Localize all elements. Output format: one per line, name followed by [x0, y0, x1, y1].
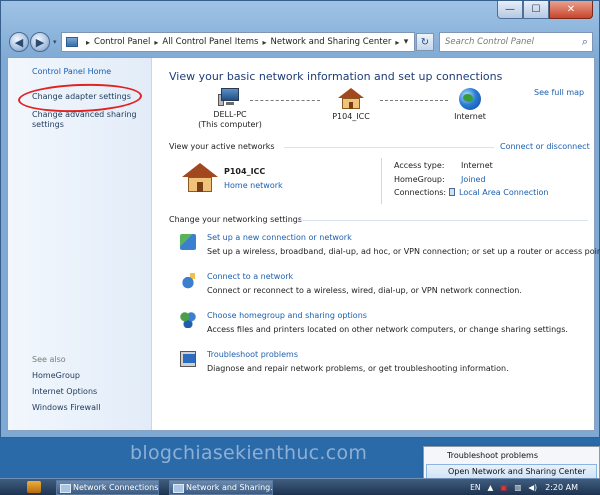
menu-item-troubleshoot[interactable]: Troubleshoot problems: [426, 448, 597, 463]
home-network-link[interactable]: Home network: [224, 181, 283, 190]
local-area-connection-link[interactable]: Local Area Connection: [449, 188, 549, 198]
pinned-app-icon[interactable]: [27, 481, 41, 493]
menu-item-open-network-center[interactable]: Open Network and Sharing Center: [426, 464, 597, 479]
active-network-name: P104_ICC: [224, 167, 266, 176]
network-setup-icon: [180, 234, 196, 250]
see-also-heading: See also: [32, 355, 66, 364]
home-network-icon: [338, 88, 364, 110]
language-indicator[interactable]: EN: [470, 483, 480, 492]
taskbar-app-network-connections[interactable]: Network Connections: [56, 480, 159, 495]
breadcrumb-separator-icon[interactable]: ▸: [154, 38, 158, 47]
breadcrumb-all-items[interactable]: All Control Panel Items: [162, 37, 258, 47]
tray-context-menu: Troubleshoot problems Open Network and S…: [423, 446, 600, 480]
volume-icon[interactable]: ◀): [528, 483, 537, 492]
network-tray-icon[interactable]: ▥: [514, 483, 521, 492]
control-panel-icon: [66, 37, 78, 47]
breadcrumb-network-sharing[interactable]: Network and Sharing Center: [270, 37, 391, 47]
computer-name: DELL-PC: [213, 110, 247, 119]
task-homegroup-sharing[interactable]: Choose homegroup and sharing options Acc…: [180, 311, 590, 339]
breadcrumb-separator-icon[interactable]: ▸: [86, 38, 90, 47]
content-pane: Control Panel Home Change adapter settin…: [7, 57, 600, 431]
task-title[interactable]: Connect to a network: [207, 272, 293, 281]
breadcrumb-control-panel[interactable]: Control Panel: [94, 37, 150, 47]
search-icon[interactable]: ⌕: [582, 35, 588, 49]
antivirus-icon[interactable]: ▣: [500, 483, 507, 492]
task-description: Access files and printers located on oth…: [207, 325, 568, 334]
taskbar-app-network-sharing[interactable]: Network and Sharing...: [169, 480, 273, 495]
task-title[interactable]: Choose homegroup and sharing options: [207, 311, 367, 320]
history-dropdown-icon[interactable]: ▾: [53, 38, 57, 46]
task-connect-network[interactable]: Connect to a network Connect or reconnec…: [180, 272, 590, 300]
homegroup-label: HomeGroup:: [394, 175, 445, 184]
active-network-house-icon: [182, 163, 218, 193]
navigation-bar: ◀ ▶ ▾ ▸ Control Panel ▸ All Control Pane…: [9, 29, 593, 55]
system-tray: EN ▲ ▣ ▥ ◀) 2:20 AM: [463, 479, 600, 495]
close-button[interactable]: ✕: [549, 1, 593, 19]
task-description: Connect or reconnect to a wireless, wire…: [207, 286, 522, 295]
internet-globe-icon: [459, 88, 481, 110]
connect-disconnect-link[interactable]: Connect or disconnect: [500, 142, 590, 151]
page-title: View your basic network information and …: [169, 70, 503, 83]
network-name: P104_ICC: [332, 112, 370, 121]
search-placeholder: Search Control Panel: [445, 37, 535, 47]
watermark: blogchiasekienthuc.com: [130, 442, 368, 464]
task-setup-connection[interactable]: Set up a new connection or network Set u…: [180, 233, 600, 261]
computer-sub: (This computer): [198, 120, 262, 129]
divider: [298, 220, 588, 221]
map-node-internet[interactable]: Internet: [450, 88, 490, 122]
back-button[interactable]: ◀: [9, 32, 29, 52]
search-input[interactable]: Search Control Panel ⌕: [439, 32, 593, 52]
task-troubleshoot[interactable]: Troubleshoot problems Diagnose and repai…: [180, 350, 590, 378]
clock[interactable]: 2:20 AM: [545, 483, 578, 492]
map-node-network[interactable]: P104_ICC: [324, 88, 378, 122]
connect-network-icon: [180, 273, 196, 289]
address-dropdown-icon[interactable]: ▾: [398, 37, 414, 47]
map-node-computer[interactable]: DELL-PC (This computer): [190, 88, 270, 130]
address-bar[interactable]: ▸ Control Panel ▸ All Control Panel Item…: [61, 32, 415, 52]
map-connector: [380, 100, 448, 101]
ethernet-icon: [449, 188, 455, 196]
explorer-window: — ☐ ✕ ◀ ▶ ▾ ▸ Control Panel ▸ All Contro…: [0, 0, 600, 438]
divider: [284, 147, 494, 148]
sidebar-item-change-adapter-settings[interactable]: Change adapter settings: [32, 92, 131, 102]
breadcrumb-separator-icon[interactable]: ▸: [262, 38, 266, 47]
sidebar-item-homegroup[interactable]: HomeGroup: [32, 371, 80, 380]
tray-chevron-icon[interactable]: ▲: [487, 483, 493, 492]
refresh-button[interactable]: ↻: [416, 33, 434, 51]
troubleshoot-icon: [180, 351, 196, 367]
vertical-divider: [381, 158, 382, 204]
internet-label: Internet: [454, 112, 486, 121]
connections-label: Connections:: [394, 188, 447, 197]
sidebar-item-windows-firewall[interactable]: Windows Firewall: [32, 403, 100, 412]
task-title[interactable]: Set up a new connection or network: [207, 233, 352, 242]
task-title[interactable]: Troubleshoot problems: [207, 350, 298, 359]
see-full-map-link[interactable]: See full map: [534, 88, 584, 97]
access-type-label: Access type:: [394, 161, 445, 170]
access-type-value: Internet: [461, 161, 493, 170]
maximize-button[interactable]: ☐: [523, 1, 549, 19]
sidebar-item-control-panel-home[interactable]: Control Panel Home: [32, 67, 111, 77]
main-panel: View your basic network information and …: [168, 58, 600, 430]
homegroup-joined-link[interactable]: Joined: [461, 175, 486, 185]
computer-icon: [218, 88, 242, 108]
sidebar: Control Panel Home Change adapter settin…: [8, 58, 152, 430]
taskbar: Network Connections Network and Sharing.…: [0, 478, 600, 495]
task-description: Diagnose and repair network problems, or…: [207, 364, 509, 373]
homegroup-icon: [180, 312, 196, 328]
change-settings-heading: Change your networking settings: [169, 215, 303, 224]
sidebar-item-internet-options[interactable]: Internet Options: [32, 387, 97, 396]
forward-button[interactable]: ▶: [30, 32, 50, 52]
window-controls: — ☐ ✕: [497, 1, 593, 21]
minimize-button[interactable]: —: [497, 1, 523, 19]
active-networks-heading: View your active networks: [169, 142, 275, 151]
task-description: Set up a wireless, broadband, dial-up, a…: [207, 247, 600, 256]
sidebar-item-advanced-sharing[interactable]: Change advanced sharing settings: [32, 110, 142, 130]
